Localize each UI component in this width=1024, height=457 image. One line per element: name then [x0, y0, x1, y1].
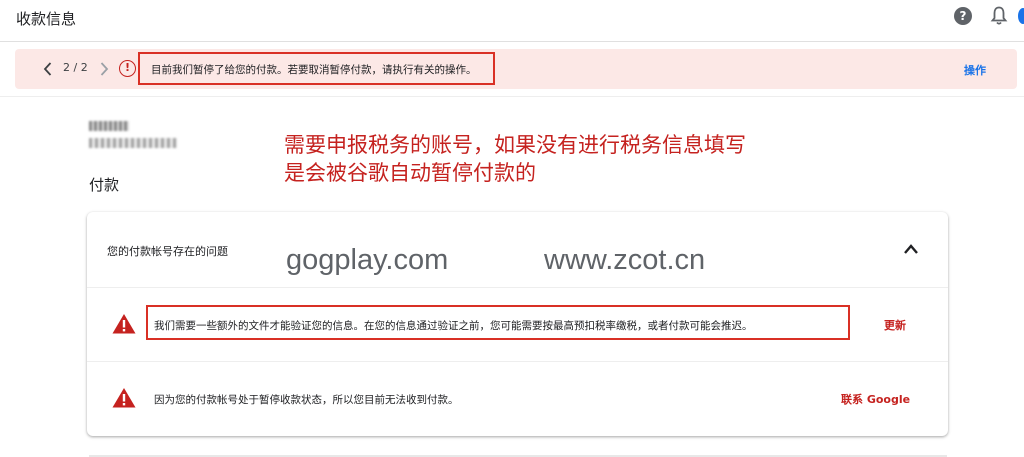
annotation-line-1: 需要申报税务的账号，如果没有进行税务信息填写 — [284, 133, 746, 157]
redacted-account-name — [89, 121, 129, 131]
chevron-right-icon[interactable] — [97, 60, 111, 78]
account-avatar[interactable] — [1018, 8, 1024, 24]
issue-message: 因为您的付款帐号处于暂停收款状态，所以您目前无法收到付款。 — [154, 394, 459, 406]
warning-triangle-icon — [112, 314, 136, 334]
annotation-text: 需要申报税务的账号，如果没有进行税务信息填写 是会被谷歌自动暂停付款的 — [284, 131, 746, 187]
watermark: www.zcot.cn — [544, 244, 706, 276]
divider — [87, 287, 948, 288]
payment-hold-alert-bar: 2 / 2 ! 目前我们暂停了给您的付款。若要取消暂停付款，请执行有关的操作。 … — [15, 49, 1017, 89]
annotation-line-2: 是会被谷歌自动暂停付款的 — [284, 161, 536, 185]
alert-message: 目前我们暂停了给您的付款。若要取消暂停付款，请执行有关的操作。 — [151, 64, 477, 76]
chevron-left-icon[interactable] — [41, 60, 55, 78]
update-link[interactable]: 更新 — [884, 317, 906, 333]
section-title: 付款 — [89, 176, 120, 194]
error-icon: ! — [119, 60, 136, 77]
divider — [0, 96, 1024, 97]
watermark: gogplay.com — [286, 244, 449, 276]
account-issues-card: 您的付款帐号存在的问题 我们需要一些额外的文件才能验证您的信息。在您的信息通过验… — [87, 212, 948, 436]
divider — [87, 361, 948, 362]
contact-google-link[interactable]: 联系 Google — [841, 391, 910, 407]
page-title: 收款信息 — [16, 10, 77, 28]
notifications-bell-icon[interactable] — [990, 6, 1008, 26]
issue-message: 我们需要一些额外的文件才能验证您的信息。在您的信息通过验证之前，您可能需要按最高… — [154, 320, 753, 332]
card-header: 您的付款帐号存在的问题 — [107, 245, 228, 258]
alert-pager: 2 / 2 — [63, 61, 88, 74]
help-icon[interactable]: ? — [954, 7, 972, 25]
warning-triangle-icon — [112, 388, 136, 408]
redacted-account-id — [89, 138, 177, 148]
alert-action-link[interactable]: 操作 — [964, 62, 986, 78]
chevron-up-icon[interactable] — [902, 242, 920, 256]
top-app-bar: 收款信息 ? — [0, 0, 1024, 42]
